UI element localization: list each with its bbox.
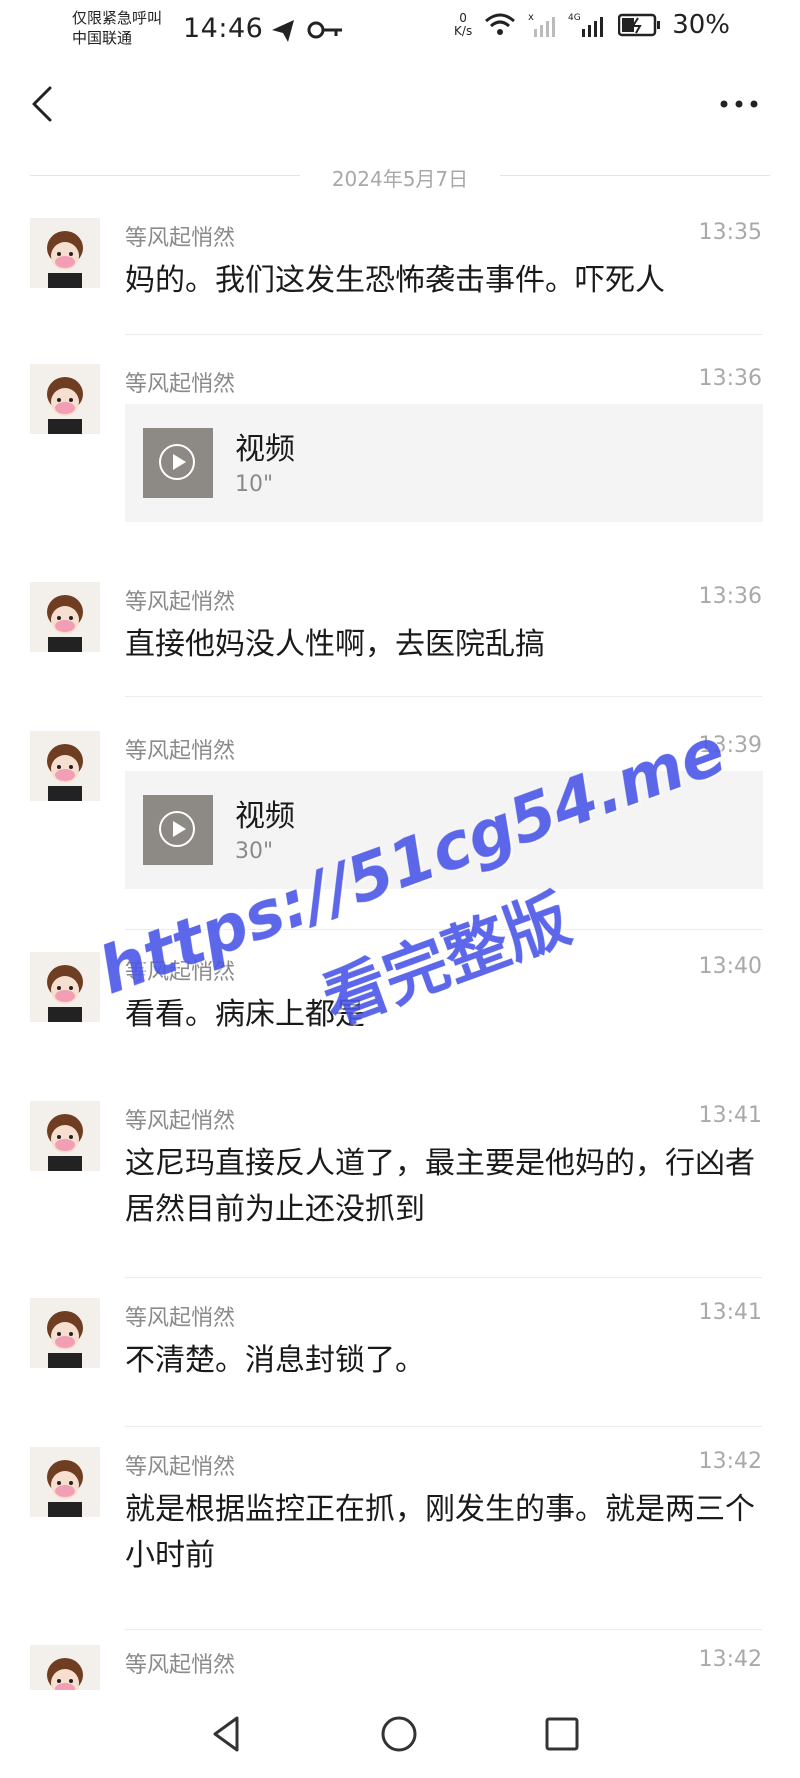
network-label: 4G [568, 13, 581, 23]
network-speed-unit: K/s [454, 24, 473, 38]
key-icon [323, 28, 342, 36]
send-icon [272, 20, 342, 42]
status-bar: 仅限紧急呼叫 中国联通 14:46 0 K/s x 4G 30% [0, 0, 800, 60]
sender-name: 等风起悄然 [125, 1653, 236, 1678]
chat-header [0, 70, 800, 140]
video-duration: 30" [235, 839, 274, 864]
battery-percent: 30% [672, 10, 730, 40]
video-title: 视频 [235, 432, 295, 467]
nav-home-button[interactable] [377, 1712, 421, 1756]
video-duration: 10" [235, 472, 274, 497]
message-text: 这尼玛直接反人道了，最主要是他妈的，行凶者居然目前为止还没抓到 [125, 1146, 755, 1227]
message-time: 13:42 [698, 1647, 762, 1672]
message-text: 妈的。我们这发生恐怖袭击事件。吓死人 [125, 263, 665, 298]
nav-recent-button[interactable] [540, 1712, 584, 1756]
divider [125, 1629, 762, 1630]
avatar[interactable] [30, 1298, 100, 1368]
video-card[interactable]: 视频 30" [125, 771, 763, 889]
square-recent-icon [545, 1717, 579, 1751]
sender-name: 等风起悄然 [125, 960, 236, 985]
message-time: 13:35 [698, 220, 762, 245]
status-icons: 0 K/s x 4G 30% [454, 10, 730, 40]
more-horizontal-icon [720, 100, 758, 108]
divider [125, 929, 762, 930]
message-time: 13:42 [698, 1449, 762, 1474]
signal-empty-icon: x [528, 12, 556, 37]
avatar[interactable] [30, 1101, 100, 1171]
divider [125, 334, 762, 335]
carrier-info: 仅限紧急呼叫 中国联通 [72, 8, 162, 48]
date-separator: 2024年5月7日 [30, 163, 770, 191]
sender-name: 等风起悄然 [125, 226, 236, 251]
divider [125, 1277, 762, 1278]
chevron-left-icon [32, 86, 52, 122]
message-item[interactable]: 等风起悄然 13:42 [0, 1645, 800, 1690]
divider [125, 1426, 762, 1427]
sender-name: 等风起悄然 [125, 1109, 236, 1134]
message-time: 13:39 [698, 733, 762, 758]
play-icon [159, 444, 195, 480]
sender-name: 等风起悄然 [125, 372, 236, 397]
battery-icon [618, 13, 661, 37]
divider [125, 696, 762, 697]
sender-name: 等风起悄然 [125, 739, 236, 764]
network-speed: 0 K/s [454, 12, 472, 38]
message-text: 直接他妈没人性啊，去医院乱搞 [125, 627, 545, 662]
more-button[interactable] [714, 84, 764, 124]
back-button[interactable] [24, 84, 64, 124]
play-icon [159, 811, 195, 847]
sender-name: 等风起悄然 [125, 590, 236, 615]
sender-name: 等风起悄然 [125, 1306, 236, 1331]
sender-name: 等风起悄然 [125, 1455, 236, 1480]
system-navigation-bar [0, 1690, 800, 1778]
message-time: 13:36 [698, 584, 762, 609]
avatar[interactable] [30, 1447, 100, 1517]
avatar[interactable] [30, 731, 100, 801]
avatar[interactable] [30, 364, 100, 434]
wifi-icon [485, 13, 516, 35]
triangle-back-icon [213, 1716, 239, 1752]
video-title: 视频 [235, 799, 295, 834]
svg-text:x: x [528, 12, 534, 23]
video-card[interactable]: 视频 10" [125, 404, 763, 522]
video-thumbnail[interactable] [143, 428, 213, 498]
nav-back-button[interactable] [205, 1712, 249, 1756]
avatar[interactable] [30, 952, 100, 1022]
message-time: 13:41 [698, 1300, 762, 1325]
message-text: 看看。病床上都是 [125, 997, 365, 1032]
message-text: 不清楚。消息封锁了。 [125, 1343, 425, 1378]
status-time: 14:46 [183, 13, 264, 44]
carrier-line-2: 中国联通 [72, 29, 133, 47]
message-time: 13:40 [698, 954, 762, 979]
avatar[interactable] [30, 1645, 100, 1690]
message-text: 就是根据监控正在抓，刚发生的事。就是两三个小时前 [125, 1492, 755, 1573]
video-thumbnail[interactable] [143, 795, 213, 865]
carrier-line-1: 仅限紧急呼叫 [72, 9, 163, 27]
signal-4g-icon: 4G [568, 13, 604, 37]
circle-home-icon [381, 1716, 417, 1752]
message-time: 13:36 [698, 366, 762, 391]
avatar[interactable] [30, 582, 100, 652]
avatar[interactable] [30, 218, 100, 288]
message-time: 13:41 [698, 1103, 762, 1128]
date-separator-text: 2024年5月7日 [317, 167, 483, 191]
